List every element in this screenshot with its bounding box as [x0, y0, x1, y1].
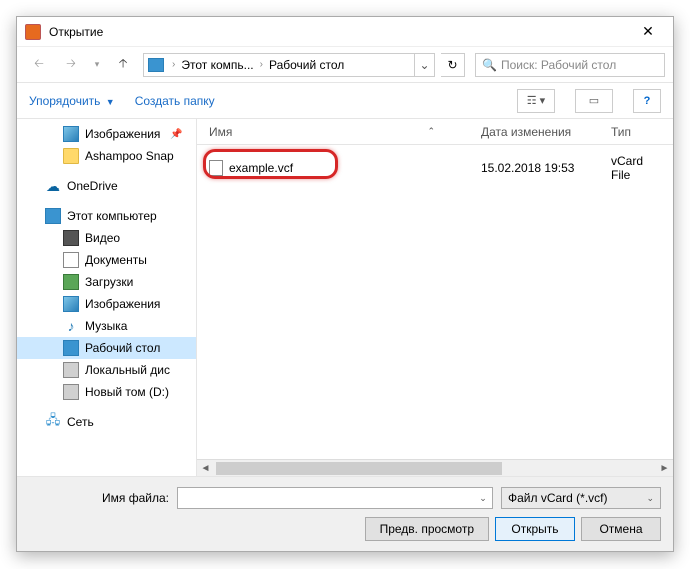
filter-value: Файл vCard (*.vcf) [508, 491, 608, 505]
body: Изображения📌 Ashampoo Snap OneDrive Этот… [17, 119, 673, 476]
breadcrumb-root[interactable]: Этот компь... [179, 58, 255, 72]
scroll-right-icon[interactable]: ► [656, 463, 673, 474]
network-icon [45, 414, 61, 430]
scroll-left-icon[interactable]: ◄ [197, 463, 214, 474]
breadcrumb[interactable]: › Этот компь... › Рабочий стол ⌄ [143, 53, 435, 77]
dropdown-icon[interactable]: ⌄ [474, 493, 492, 504]
pc-icon [45, 208, 61, 224]
disk-icon [63, 384, 79, 400]
chevron-right-icon: › [256, 59, 267, 70]
button-row: Предв. просмотр Открыть Отмена [29, 517, 661, 541]
desktop-icon [63, 340, 79, 356]
horizontal-scrollbar[interactable]: ◄ ► [197, 459, 673, 476]
downloads-icon [63, 274, 79, 290]
search-input[interactable]: 🔍 Поиск: Рабочий стол [475, 53, 665, 77]
tree-desktop[interactable]: Рабочий стол [17, 337, 196, 359]
pc-icon [148, 58, 164, 72]
cancel-button[interactable]: Отмена [581, 517, 661, 541]
chevron-right-icon: › [168, 59, 179, 70]
window-title: Открытие [49, 25, 625, 39]
documents-icon [63, 252, 79, 268]
app-icon [25, 24, 41, 40]
caret-down-icon: ▼ [106, 97, 115, 107]
tree-local-disk[interactable]: Локальный дис [17, 359, 196, 381]
search-placeholder: Поиск: Рабочий стол [501, 58, 616, 72]
tree-documents[interactable]: Документы [17, 249, 196, 271]
preview-button[interactable]: Предв. просмотр [365, 517, 489, 541]
scroll-thumb[interactable] [216, 462, 502, 475]
sort-indicator-icon: ⌃ [427, 126, 435, 137]
back-button[interactable]: 🡠 [25, 53, 53, 77]
toolbar: Упорядочить ▼ Создать папку ☶ ▾ ▭ ? [17, 83, 673, 119]
bottom-panel: Имя файла: ⌄ Файл vCard (*.vcf) ⌄ Предв.… [17, 476, 673, 551]
tree-images[interactable]: Изображения [17, 293, 196, 315]
filename-input[interactable]: ⌄ [177, 487, 493, 509]
up-button[interactable]: 🡡 [109, 53, 137, 77]
tree-ashampoo[interactable]: Ashampoo Snap [17, 145, 196, 167]
video-icon [63, 230, 79, 246]
open-dialog: Открытие ✕ 🡠 🡢 ▾ 🡡 › Этот компь... › Раб… [16, 16, 674, 552]
titlebar: Открытие ✕ [17, 17, 673, 47]
forward-button[interactable]: 🡢 [57, 53, 85, 77]
tree-onedrive[interactable]: OneDrive [17, 175, 196, 197]
organize-button[interactable]: Упорядочить ▼ [29, 94, 115, 108]
tree-new-volume[interactable]: Новый том (D:) [17, 381, 196, 403]
pictures-icon [63, 126, 79, 142]
pictures-icon [63, 296, 79, 312]
tree-music[interactable]: Музыка [17, 315, 196, 337]
column-headers: Имя⌃ Дата изменения Тип [197, 119, 673, 145]
preview-pane-button[interactable]: ▭ [575, 89, 613, 113]
nav-tree: Изображения📌 Ashampoo Snap OneDrive Этот… [17, 119, 197, 476]
open-button[interactable]: Открыть [495, 517, 575, 541]
tree-video[interactable]: Видео [17, 227, 196, 249]
new-folder-button[interactable]: Создать папку [135, 94, 215, 108]
file-type-cell: vCard File [603, 154, 673, 182]
file-list: Имя⌃ Дата изменения Тип example.vcf 15.0… [197, 119, 673, 476]
filetype-filter[interactable]: Файл vCard (*.vcf) ⌄ [501, 487, 661, 509]
column-type[interactable]: Тип [603, 125, 673, 139]
file-date-cell: 15.02.2018 19:53 [473, 161, 603, 175]
column-date[interactable]: Дата изменения [473, 125, 603, 139]
refresh-button[interactable]: ↻ [441, 53, 465, 77]
view-options-button[interactable]: ☶ ▾ [517, 89, 555, 113]
help-button[interactable]: ? [633, 89, 661, 113]
breadcrumb-dropdown[interactable]: ⌄ [414, 54, 434, 76]
history-dropdown[interactable]: ▾ [89, 53, 105, 77]
onedrive-icon [45, 178, 61, 194]
tree-downloads[interactable]: Загрузки [17, 271, 196, 293]
tree-pictures[interactable]: Изображения📌 [17, 123, 196, 145]
column-name[interactable]: Имя⌃ [197, 125, 473, 139]
disk-icon [63, 362, 79, 378]
filename-row: Имя файла: ⌄ Файл vCard (*.vcf) ⌄ [29, 487, 661, 509]
folder-icon [63, 148, 79, 164]
filename-label: Имя файла: [29, 491, 169, 505]
file-icon [209, 160, 223, 176]
dropdown-icon[interactable]: ⌄ [646, 493, 654, 504]
file-name-cell: example.vcf [197, 160, 473, 176]
pin-icon: 📌 [170, 129, 182, 140]
file-row[interactable]: example.vcf 15.02.2018 19:53 vCard File [197, 153, 673, 183]
breadcrumb-current[interactable]: Рабочий стол [267, 58, 346, 72]
navbar: 🡠 🡢 ▾ 🡡 › Этот компь... › Рабочий стол ⌄… [17, 47, 673, 83]
tree-network[interactable]: Сеть [17, 411, 196, 433]
search-icon: 🔍 [482, 58, 497, 72]
close-button[interactable]: ✕ [625, 17, 671, 47]
tree-this-pc[interactable]: Этот компьютер [17, 205, 196, 227]
music-icon [63, 318, 79, 334]
